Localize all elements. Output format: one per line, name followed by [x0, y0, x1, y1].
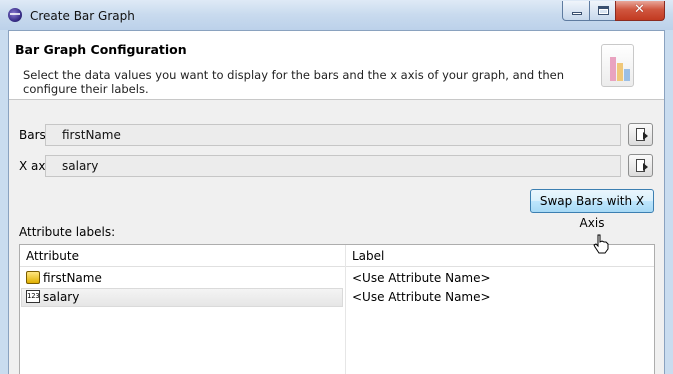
- column-header-attribute[interactable]: Attribute: [26, 249, 79, 263]
- title-bar: Create Bar Graph ✕: [0, 0, 673, 30]
- page-title: Bar Graph Configuration: [15, 42, 187, 57]
- attribute-labels-table[interactable]: Attribute Label firstName <Use Attribute…: [19, 244, 655, 374]
- attribute-labels-label: Attribute labels:: [19, 225, 116, 239]
- maximize-icon: [598, 6, 609, 15]
- column-header-label[interactable]: Label: [352, 249, 384, 263]
- label-cell[interactable]: <Use Attribute Name>: [352, 271, 491, 285]
- bars-browse-button[interactable]: [628, 123, 653, 146]
- attribute-cell: salary: [43, 290, 80, 304]
- minimize-icon: [572, 12, 582, 15]
- xaxis-field[interactable]: salary: [45, 155, 621, 177]
- window-title: Create Bar Graph: [30, 9, 135, 23]
- close-icon: ✕: [634, 2, 645, 17]
- maximize-button[interactable]: [589, 1, 616, 21]
- label-cell[interactable]: <Use Attribute Name>: [352, 290, 491, 304]
- numeric-attribute-icon: 123: [26, 290, 40, 303]
- string-attribute-icon: [26, 271, 40, 284]
- hand-pointer-icon: [593, 234, 609, 254]
- attribute-cell: firstName: [43, 271, 102, 285]
- table-row[interactable]: firstName <Use Attribute Name>: [20, 269, 654, 288]
- table-row[interactable]: 123 salary <Use Attribute Name>: [20, 288, 654, 307]
- page-description: Select the data values you want to displ…: [23, 68, 565, 96]
- wizard-header: Bar Graph Configuration Select the data …: [9, 31, 664, 100]
- arrow-right-icon: [643, 163, 648, 171]
- close-button[interactable]: ✕: [615, 1, 665, 21]
- xaxis-browse-button[interactable]: [628, 154, 653, 177]
- swap-bars-xaxis-button[interactable]: Swap Bars with X Axis: [530, 189, 654, 230]
- column-divider: [345, 245, 346, 374]
- bar-graph-wizard-icon: [601, 44, 634, 87]
- app-icon: [8, 8, 22, 22]
- arrow-right-icon: [643, 132, 648, 140]
- dialog-content: Bar Graph Configuration Select the data …: [8, 30, 665, 374]
- table-header: Attribute Label: [20, 245, 654, 267]
- minimize-button[interactable]: [562, 1, 590, 21]
- bars-field[interactable]: firstName: [45, 124, 621, 146]
